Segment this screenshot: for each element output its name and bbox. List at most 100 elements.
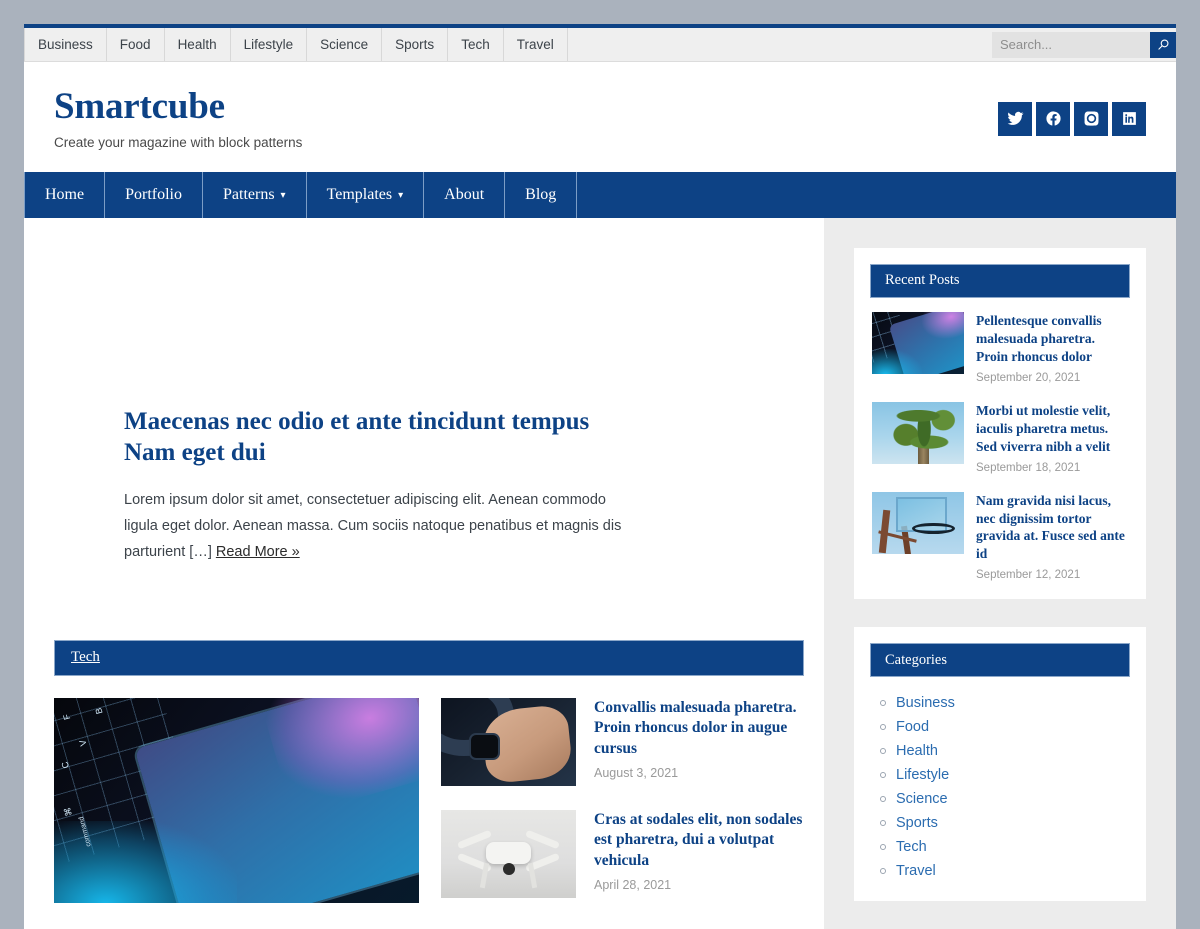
tech-article-date: April 28, 2021 bbox=[594, 878, 804, 892]
tech-article-item[interactable]: Cras at sodales elit, non sodales est ph… bbox=[441, 810, 804, 898]
recent-post-title[interactable]: Nam gravida nisi lacus, nec dignissim to… bbox=[976, 492, 1128, 564]
nav-item-portfolio[interactable]: Portfolio bbox=[105, 172, 203, 218]
site-tagline: Create your magazine with block patterns bbox=[54, 135, 302, 150]
topbar-item-travel[interactable]: Travel bbox=[504, 28, 568, 61]
recent-post-date: September 18, 2021 bbox=[976, 462, 1128, 474]
tech-article-image bbox=[441, 698, 576, 786]
main-navigation: Home Portfolio Patterns ▾ Templates ▾ Ab… bbox=[24, 172, 1176, 218]
twitter-icon bbox=[1007, 110, 1024, 127]
chevron-down-icon: ▾ bbox=[281, 191, 286, 201]
widget-header: Recent Posts bbox=[870, 264, 1130, 298]
category-list-item[interactable]: Business bbox=[880, 691, 1128, 715]
bullet-icon bbox=[880, 796, 886, 802]
nav-item-label: Templates bbox=[327, 186, 393, 204]
nav-item-blog[interactable]: Blog bbox=[505, 172, 577, 218]
nav-item-about[interactable]: About bbox=[424, 172, 505, 218]
recent-post-title[interactable]: Morbi ut molestie velit, iaculis pharetr… bbox=[976, 402, 1128, 456]
category-list-item[interactable]: Lifestyle bbox=[880, 763, 1128, 787]
content-area: Maecenas nec odio et ante tincidunt temp… bbox=[24, 218, 1176, 929]
hero-title[interactable]: Maecenas nec odio et ante tincidunt temp… bbox=[124, 406, 639, 468]
category-link-travel[interactable]: Travel bbox=[896, 863, 936, 879]
tech-article-date: August 3, 2021 bbox=[594, 766, 804, 780]
top-category-bar: Business Food Health Lifestyle Science S… bbox=[24, 28, 1176, 62]
tech-article-list: Convallis malesuada pharetra. Proin rhon… bbox=[441, 698, 804, 903]
top-category-nav: Business Food Health Lifestyle Science S… bbox=[24, 28, 568, 61]
tech-article-grid: F B V C ⌘ command bbox=[54, 698, 804, 903]
bullet-icon bbox=[880, 844, 886, 850]
category-link-business[interactable]: Business bbox=[896, 695, 955, 711]
tech-article-title[interactable]: Cras at sodales elit, non sodales est ph… bbox=[594, 810, 804, 871]
topbar-item-health[interactable]: Health bbox=[165, 28, 231, 61]
site-title[interactable]: Smartcube bbox=[54, 88, 302, 127]
bullet-icon bbox=[880, 724, 886, 730]
hero-text-card: Maecenas nec odio et ante tincidunt temp… bbox=[94, 378, 669, 595]
category-list-item[interactable]: Travel bbox=[880, 859, 1128, 883]
category-list-item[interactable]: Sports bbox=[880, 811, 1128, 835]
nav-item-label: About bbox=[444, 186, 484, 204]
topbar-item-sports[interactable]: Sports bbox=[382, 28, 448, 61]
hero-excerpt-text: Lorem ipsum dolor sit amet, consectetuer… bbox=[124, 492, 621, 560]
tech-article-text: Convallis malesuada pharetra. Proin rhon… bbox=[594, 698, 804, 786]
social-link-twitter[interactable] bbox=[998, 102, 1032, 136]
widget-title: Recent Posts bbox=[885, 272, 960, 289]
social-link-linkedin[interactable] bbox=[1112, 102, 1146, 136]
category-link-tech[interactable]: Tech bbox=[896, 839, 927, 855]
category-list-item[interactable]: Food bbox=[880, 715, 1128, 739]
branding-text: Smartcube Create your magazine with bloc… bbox=[54, 88, 302, 150]
recent-post-date: September 20, 2021 bbox=[976, 372, 1128, 384]
hero-article: Maecenas nec odio et ante tincidunt temp… bbox=[54, 248, 804, 608]
recent-post-text: Nam gravida nisi lacus, nec dignissim to… bbox=[976, 492, 1128, 582]
read-more-link[interactable]: Read More » bbox=[216, 544, 300, 560]
topbar-item-science[interactable]: Science bbox=[307, 28, 382, 61]
recent-post-item[interactable]: Morbi ut molestie velit, iaculis pharetr… bbox=[872, 402, 1128, 474]
category-link-sports[interactable]: Sports bbox=[896, 815, 938, 831]
category-link-health[interactable]: Health bbox=[896, 743, 938, 759]
search-form bbox=[992, 28, 1176, 61]
category-list-item[interactable]: Tech bbox=[880, 835, 1128, 859]
nav-item-label: Home bbox=[45, 186, 84, 204]
category-list-item[interactable]: Science bbox=[880, 787, 1128, 811]
recent-post-item[interactable]: Pellentesque convallis malesuada pharetr… bbox=[872, 312, 1128, 384]
search-input[interactable] bbox=[992, 32, 1150, 58]
main-column: Maecenas nec odio et ante tincidunt temp… bbox=[24, 218, 824, 929]
recent-post-date: September 12, 2021 bbox=[976, 569, 1128, 581]
bullet-icon bbox=[880, 748, 886, 754]
recent-post-title[interactable]: Pellentesque convallis malesuada pharetr… bbox=[976, 312, 1128, 366]
category-link-lifestyle[interactable]: Lifestyle bbox=[896, 767, 949, 783]
tech-article-image bbox=[441, 810, 576, 898]
tech-article-title[interactable]: Convallis malesuada pharetra. Proin rhon… bbox=[594, 698, 804, 759]
site-container: Business Food Health Lifestyle Science S… bbox=[24, 24, 1176, 929]
bullet-icon bbox=[880, 700, 886, 706]
instagram-icon bbox=[1083, 110, 1100, 127]
nav-item-templates[interactable]: Templates ▾ bbox=[307, 172, 425, 218]
social-link-instagram[interactable] bbox=[1074, 102, 1108, 136]
tech-article-item[interactable]: Convallis malesuada pharetra. Proin rhon… bbox=[441, 698, 804, 786]
recent-post-text: Pellentesque convallis malesuada pharetr… bbox=[976, 312, 1128, 384]
tech-feature-image: F B V C ⌘ command bbox=[54, 698, 419, 903]
widget-categories: Categories Business Food bbox=[854, 627, 1146, 901]
topbar-item-food[interactable]: Food bbox=[107, 28, 165, 61]
nav-item-label: Blog bbox=[525, 186, 556, 204]
bullet-icon bbox=[880, 772, 886, 778]
category-link-science[interactable]: Science bbox=[896, 791, 948, 807]
bullet-icon bbox=[880, 868, 886, 874]
social-link-facebook[interactable] bbox=[1036, 102, 1070, 136]
category-link-food[interactable]: Food bbox=[896, 719, 929, 735]
nav-item-home[interactable]: Home bbox=[24, 172, 105, 218]
tech-feature-article[interactable]: F B V C ⌘ command bbox=[54, 698, 419, 903]
search-submit-button[interactable] bbox=[1150, 32, 1176, 58]
widget-header: Categories bbox=[870, 643, 1130, 677]
category-list-item[interactable]: Health bbox=[880, 739, 1128, 763]
topbar-item-lifestyle[interactable]: Lifestyle bbox=[231, 28, 308, 61]
nav-item-label: Patterns bbox=[223, 186, 275, 204]
social-links bbox=[998, 102, 1146, 136]
section-header-link[interactable]: Tech bbox=[71, 649, 100, 666]
tech-article-text: Cras at sodales elit, non sodales est ph… bbox=[594, 810, 804, 898]
topbar-item-tech[interactable]: Tech bbox=[448, 28, 504, 61]
recent-post-item[interactable]: Nam gravida nisi lacus, nec dignissim to… bbox=[872, 492, 1128, 582]
sidebar: Recent Posts Pellentesque convallis male… bbox=[824, 218, 1176, 929]
widget-recent-posts: Recent Posts Pellentesque convallis male… bbox=[854, 248, 1146, 600]
topbar-item-business[interactable]: Business bbox=[24, 28, 107, 61]
nav-item-patterns[interactable]: Patterns ▾ bbox=[203, 172, 307, 218]
bullet-icon bbox=[880, 820, 886, 826]
